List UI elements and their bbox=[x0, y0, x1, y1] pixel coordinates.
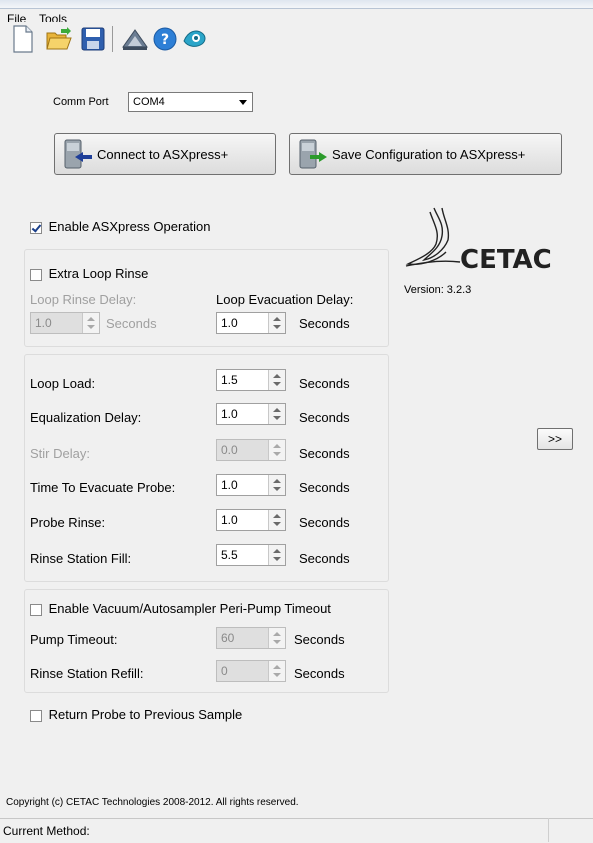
spin-arrows-icon[interactable] bbox=[82, 313, 99, 333]
enable-asxpress-label: Enable ASXpress Operation bbox=[48, 219, 211, 234]
rinse-station-refill-stepper[interactable]: 0 bbox=[216, 660, 286, 682]
spin-arrows-icon[interactable] bbox=[268, 661, 285, 681]
svg-text:?: ? bbox=[161, 32, 169, 48]
spin-arrows-icon[interactable] bbox=[268, 545, 285, 565]
status-bar-separator bbox=[548, 818, 549, 842]
extra-loop-rinse-row[interactable]: Extra Loop Rinse bbox=[30, 266, 148, 281]
loop-rinse-delay-unit: Seconds bbox=[106, 316, 157, 331]
probe-rinse-unit: Seconds bbox=[299, 515, 350, 530]
rinse-station-fill-stepper[interactable]: 5.5 bbox=[216, 544, 286, 566]
stir-delay-value: 0.0 bbox=[221, 443, 238, 457]
loop-evacuation-delay-label: Loop Evacuation Delay: bbox=[216, 292, 354, 307]
stir-delay-label: Stir Delay: bbox=[30, 446, 90, 461]
loop-rinse-delay-label: Loop Rinse Delay: bbox=[30, 292, 137, 307]
cetac-logo: CETAC bbox=[404, 204, 554, 284]
stir-delay-stepper[interactable]: 0.0 bbox=[216, 439, 286, 461]
enable-vacuum-row[interactable]: Enable Vacuum/Autosampler Peri-Pump Time… bbox=[30, 601, 331, 616]
time-to-evacuate-probe-stepper[interactable]: 1.0 bbox=[216, 474, 286, 496]
toolbar-separator bbox=[112, 26, 113, 52]
loop-rinse-delay-stepper[interactable]: 1.0 bbox=[30, 312, 100, 334]
rinse-station-fill-unit: Seconds bbox=[299, 551, 350, 566]
connect-device-icon bbox=[61, 137, 95, 171]
probe-rinse-value: 1.0 bbox=[221, 513, 238, 527]
spin-arrows-icon[interactable] bbox=[268, 628, 285, 648]
spin-arrows-icon[interactable] bbox=[268, 510, 285, 530]
probe-rinse-label: Probe Rinse: bbox=[30, 515, 106, 530]
connect-button-label: Connect to ASXpress+ bbox=[97, 146, 229, 162]
version-text: Version: 3.2.3 bbox=[404, 284, 472, 296]
comm-port-select[interactable]: COM4 bbox=[128, 92, 253, 112]
probe-rinse-stepper[interactable]: 1.0 bbox=[216, 509, 286, 531]
pump-timeout-value: 60 bbox=[221, 631, 235, 645]
rinse-station-refill-label: Rinse Station Refill: bbox=[30, 666, 144, 681]
help-icon[interactable]: ? bbox=[150, 22, 180, 56]
loop-evacuation-delay-stepper[interactable]: 1.0 bbox=[216, 312, 286, 334]
save-device-icon bbox=[296, 137, 330, 171]
return-probe-row[interactable]: Return Probe to Previous Sample bbox=[30, 707, 242, 722]
loop-rinse-delay-value: 1.0 bbox=[35, 316, 52, 330]
save-disk-icon[interactable] bbox=[78, 22, 108, 56]
equalization-delay-stepper[interactable]: 1.0 bbox=[216, 403, 286, 425]
spin-arrows-icon[interactable] bbox=[268, 475, 285, 495]
loop-load-value: 1.5 bbox=[221, 373, 238, 387]
copyright-text: Copyright (c) CETAC Technologies 2008-20… bbox=[6, 797, 299, 808]
current-method-label: Current Method: bbox=[3, 824, 90, 838]
loop-evacuation-delay-unit: Seconds bbox=[299, 316, 350, 331]
extra-loop-rinse-checkbox[interactable] bbox=[30, 268, 42, 281]
open-folder-icon[interactable] bbox=[44, 22, 74, 56]
return-probe-checkbox[interactable] bbox=[30, 709, 42, 722]
pump-timeout-stepper[interactable]: 60 bbox=[216, 627, 286, 649]
new-file-icon[interactable] bbox=[8, 22, 38, 56]
rinse-station-fill-label: Rinse Station Fill: bbox=[30, 551, 132, 566]
loop-evacuation-delay-value: 1.0 bbox=[221, 316, 238, 330]
loop-load-stepper[interactable]: 1.5 bbox=[216, 369, 286, 391]
loop-load-label: Loop Load: bbox=[30, 376, 96, 391]
chevron-down-icon bbox=[239, 100, 247, 105]
comm-port-value: COM4 bbox=[133, 96, 165, 108]
spin-arrows-icon[interactable] bbox=[268, 313, 285, 333]
document-tool-icon[interactable] bbox=[120, 22, 150, 56]
spin-arrows-icon[interactable] bbox=[268, 440, 285, 460]
time-to-evacuate-probe-unit: Seconds bbox=[299, 480, 350, 495]
rinse-station-refill-unit: Seconds bbox=[294, 666, 345, 681]
connect-button[interactable]: Connect to ASXpress+ bbox=[54, 133, 276, 175]
comm-port-label: Comm Port bbox=[53, 96, 109, 108]
expand-button[interactable]: >> bbox=[537, 428, 573, 450]
equalization-delay-label: Equalization Delay: bbox=[30, 410, 142, 425]
enable-vacuum-checkbox[interactable] bbox=[30, 603, 42, 616]
rinse-station-refill-value: 0 bbox=[221, 664, 228, 678]
rinse-station-fill-value: 5.5 bbox=[221, 548, 238, 562]
enable-asxpress-checkbox[interactable] bbox=[30, 221, 42, 234]
time-to-evacuate-probe-label: Time To Evacuate Probe: bbox=[30, 480, 176, 495]
spin-arrows-icon[interactable] bbox=[268, 404, 285, 424]
status-bar: Current Method: bbox=[0, 818, 593, 843]
cetac-logo-graphic: CETAC bbox=[405, 207, 552, 275]
toolbar: ? bbox=[0, 22, 593, 60]
cetac-logo-text: CETAC bbox=[460, 245, 552, 275]
loop-load-unit: Seconds bbox=[299, 376, 350, 391]
extra-loop-rinse-label: Extra Loop Rinse bbox=[48, 266, 149, 281]
window-top-border bbox=[0, 0, 593, 9]
return-probe-label: Return Probe to Previous Sample bbox=[48, 707, 243, 722]
enable-asxpress-row[interactable]: Enable ASXpress Operation bbox=[30, 219, 211, 234]
time-to-evacuate-probe-value: 1.0 bbox=[221, 478, 238, 492]
save-configuration-button[interactable]: Save Configuration to ASXpress+ bbox=[289, 133, 562, 175]
stir-delay-unit: Seconds bbox=[299, 446, 350, 461]
pump-timeout-unit: Seconds bbox=[294, 632, 345, 647]
equalization-delay-value: 1.0 bbox=[221, 407, 238, 421]
pump-timeout-label: Pump Timeout: bbox=[30, 632, 118, 647]
equalization-delay-unit: Seconds bbox=[299, 410, 350, 425]
spin-arrows-icon[interactable] bbox=[268, 370, 285, 390]
save-configuration-label: Save Configuration to ASXpress+ bbox=[332, 146, 526, 162]
enable-vacuum-label: Enable Vacuum/Autosampler Peri-Pump Time… bbox=[48, 601, 331, 616]
about-icon[interactable] bbox=[180, 22, 210, 56]
